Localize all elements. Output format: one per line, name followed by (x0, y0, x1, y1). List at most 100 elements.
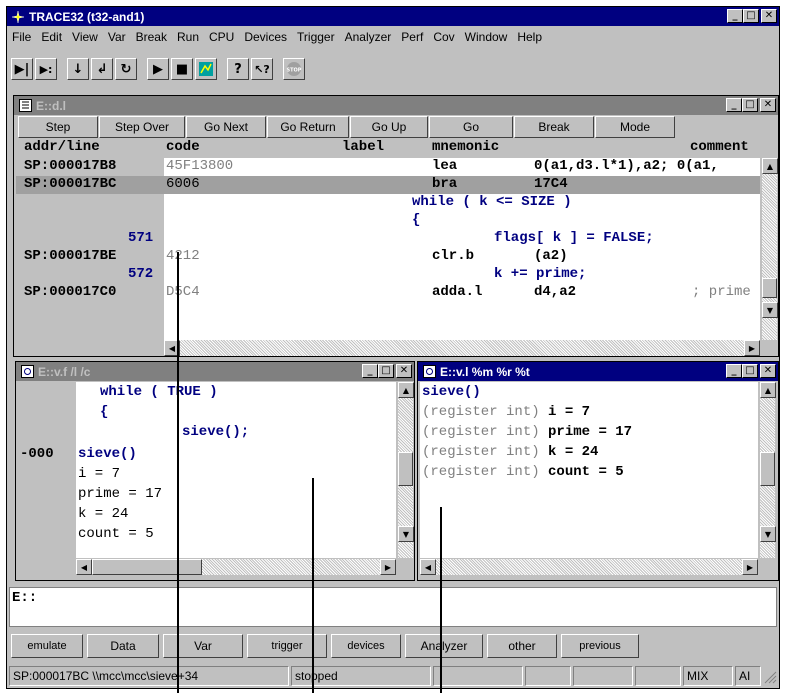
menu-help[interactable]: Help (512, 30, 547, 44)
menu-analyzer[interactable]: Analyzer (340, 30, 397, 44)
listing-horizontal-scrollbar[interactable]: ◀ ▶ (164, 340, 760, 356)
scroll-left-icon[interactable]: ◀ (76, 559, 92, 575)
frame-vertical-scrollbar[interactable]: ▲ ▼ (397, 382, 414, 558)
scroll-up-icon[interactable]: ▲ (762, 158, 778, 174)
menu-window[interactable]: Window (460, 30, 513, 44)
menu-file[interactable]: File (7, 30, 36, 44)
minimize-icon[interactable]: _ (726, 98, 742, 112)
menu-run[interactable]: Run (172, 30, 204, 44)
step-over-icon[interactable]: ↓ (67, 58, 89, 80)
step-button[interactable]: Step (18, 116, 98, 138)
trace32-logo-icon[interactable] (11, 10, 25, 24)
help-icon[interactable]: ? (227, 58, 249, 80)
close-icon[interactable]: ✕ (760, 364, 776, 378)
table-row[interactable]: SP:000017B8 45F13800 lea 0(a1,d3.l*1),a2… (16, 158, 760, 176)
variable-window-icon[interactable] (20, 365, 34, 379)
context-help-icon[interactable]: ↖? (251, 58, 273, 80)
header-mnemonic[interactable]: mnemonic (432, 139, 499, 155)
table-row-selected[interactable]: SP:000017BC 6006 bra 17C4 (16, 176, 760, 194)
scroll-right-icon[interactable]: ▶ (744, 340, 760, 356)
maximize-icon[interactable]: □ (742, 364, 758, 378)
locals-vertical-scrollbar[interactable]: ▲ ▼ (759, 382, 776, 558)
softkey-var[interactable]: Var (163, 634, 243, 658)
minimize-icon[interactable]: _ (362, 364, 378, 378)
menu-trigger[interactable]: Trigger (292, 30, 340, 44)
mode-button[interactable]: Mode (595, 116, 675, 138)
app-title-bar[interactable]: TRACE32 (t32-and1) _ □ ✕ (7, 7, 779, 26)
source-line[interactable]: 572 k += prime; (16, 266, 760, 284)
maximize-icon[interactable]: □ (378, 364, 394, 378)
menu-edit[interactable]: Edit (36, 30, 67, 44)
step-into-icon[interactable]: ▶: (35, 58, 57, 80)
step-icon[interactable]: ▶| (11, 58, 33, 80)
variable-window-icon[interactable] (422, 365, 436, 379)
frame-source-line[interactable]: { (100, 404, 108, 420)
scroll-down-icon[interactable]: ▼ (398, 526, 414, 542)
close-icon[interactable]: ✕ (760, 98, 776, 112)
frame-variable[interactable]: count = 5 (78, 526, 154, 542)
list-item[interactable]: (register int) i = 7 (422, 404, 756, 424)
close-icon[interactable]: ✕ (396, 364, 412, 378)
table-row[interactable]: SP:000017BE 4212 clr.b (a2) (16, 248, 760, 266)
list-item[interactable]: (register int) prime = 17 (422, 424, 756, 444)
scroll-thumb[interactable] (762, 278, 777, 298)
go-next-button[interactable]: Go Next (186, 116, 266, 138)
scroll-up-icon[interactable]: ▲ (398, 382, 414, 398)
frame-variable[interactable]: i = 7 (78, 466, 120, 482)
scroll-thumb[interactable] (92, 559, 202, 575)
stop-target-icon[interactable]: STOP (283, 58, 305, 80)
menu-view[interactable]: View (67, 30, 103, 44)
stack-frame-title-bar[interactable]: E::v.f /l /c _ □ ✕ (16, 362, 414, 381)
disassembly-title-bar[interactable]: E::d.l _ □ ✕ (14, 96, 778, 115)
source-line[interactable]: 571 flags[ k ] = FALSE; (16, 230, 760, 248)
resize-grip-icon[interactable] (763, 670, 777, 684)
window-icon[interactable] (195, 58, 217, 80)
frame-variable[interactable]: k = 24 (78, 506, 128, 522)
step-over-button[interactable]: Step Over (99, 116, 185, 138)
table-row[interactable]: SP:000017C0 D5C4 adda.l d4,a2 ; prime (16, 284, 760, 302)
command-input[interactable] (12, 608, 774, 624)
header-addr[interactable]: addr/line (24, 139, 100, 155)
frame-source-line[interactable]: sieve(); (182, 424, 249, 440)
maximize-icon[interactable]: □ (743, 9, 759, 23)
frame-horizontal-scrollbar[interactable]: ◀ ▶ (76, 559, 396, 575)
return-icon[interactable]: ↲ (91, 58, 113, 80)
header-code[interactable]: code (166, 139, 200, 155)
scroll-down-icon[interactable]: ▼ (760, 526, 776, 542)
source-line[interactable]: { (16, 212, 760, 230)
local-variables-title-bar[interactable]: E::v.l %m %r %t _ □ ✕ (418, 362, 778, 381)
list-item[interactable]: (register int) count = 5 (422, 464, 756, 484)
go-return-button[interactable]: Go Return (267, 116, 349, 138)
go-button[interactable]: Go (429, 116, 513, 138)
menu-cpu[interactable]: CPU (204, 30, 239, 44)
minimize-icon[interactable]: _ (727, 9, 743, 23)
scroll-thumb[interactable] (760, 452, 775, 486)
go-up-button[interactable]: Go Up (350, 116, 428, 138)
scroll-left-icon[interactable]: ◀ (420, 559, 436, 575)
header-label[interactable]: label (342, 139, 384, 155)
menu-perf[interactable]: Perf (396, 30, 428, 44)
frame-variable[interactable]: prime = 17 (78, 486, 162, 502)
locals-horizontal-scrollbar[interactable]: ◀ ▶ (420, 559, 758, 575)
scroll-down-icon[interactable]: ▼ (762, 302, 778, 318)
stop-icon[interactable]: ■ (171, 58, 193, 80)
source-line[interactable]: while ( k <= SIZE ) (16, 194, 760, 212)
menu-devices[interactable]: Devices (239, 30, 292, 44)
softkey-devices[interactable]: devices (331, 634, 401, 658)
menu-cov[interactable]: Cov (428, 30, 459, 44)
frame-function[interactable]: sieve() (78, 446, 137, 462)
close-icon[interactable]: ✕ (761, 9, 777, 23)
softkey-trigger[interactable]: trigger (247, 634, 327, 658)
go-icon[interactable]: ▶ (147, 58, 169, 80)
minimize-icon[interactable]: _ (726, 364, 742, 378)
frame-source-line[interactable]: while ( TRUE ) (100, 384, 218, 400)
header-comment[interactable]: comment (690, 139, 749, 155)
break-button[interactable]: Break (514, 116, 594, 138)
softkey-emulate[interactable]: emulate (11, 634, 83, 658)
softkey-analyzer[interactable]: Analyzer (405, 634, 483, 658)
menu-var[interactable]: Var (103, 30, 131, 44)
softkey-previous[interactable]: previous (561, 634, 639, 658)
go-back-icon[interactable]: ↻ (115, 58, 137, 80)
locals-function[interactable]: sieve() (422, 384, 481, 400)
maximize-icon[interactable]: □ (742, 98, 758, 112)
